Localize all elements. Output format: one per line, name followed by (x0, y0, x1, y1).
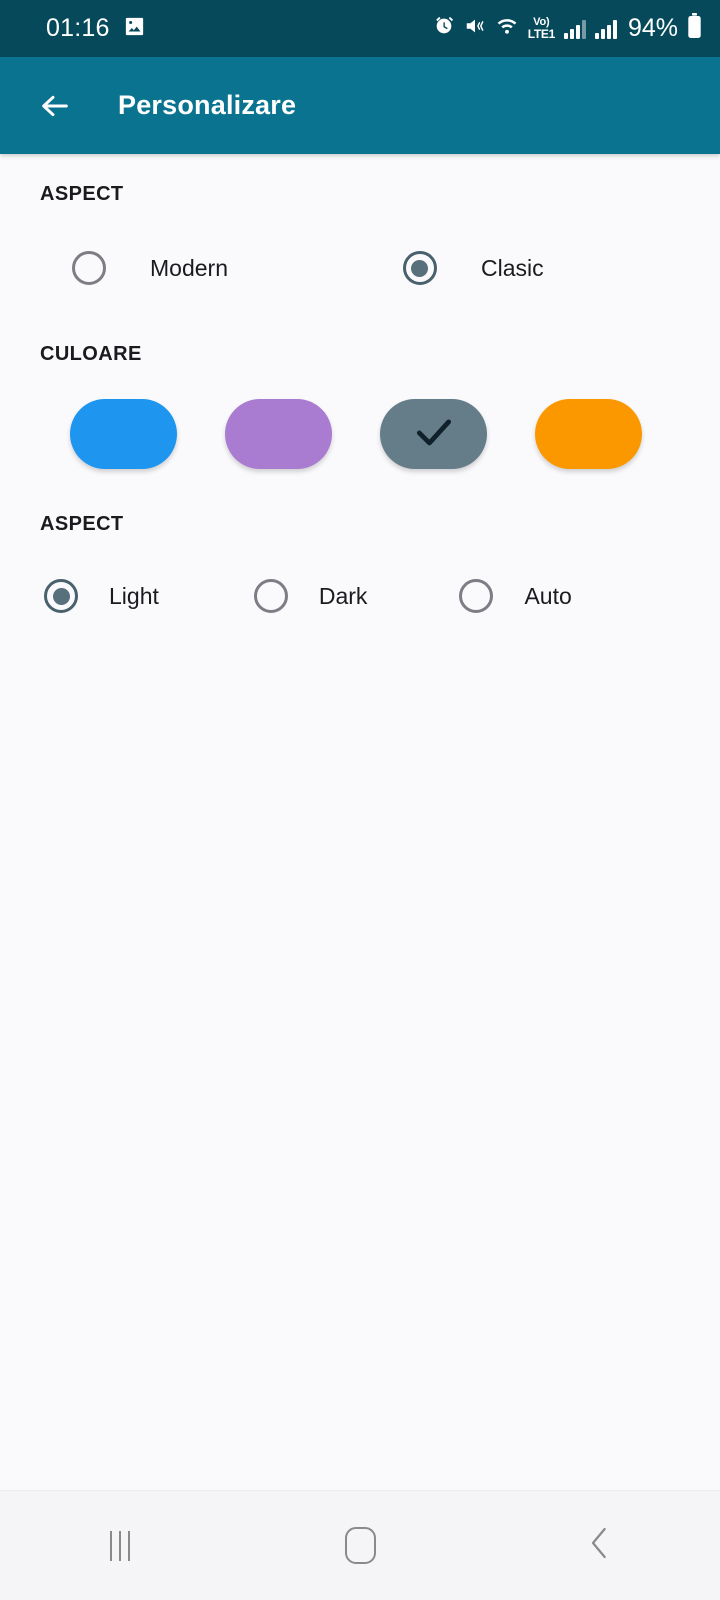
color-swatch-orange[interactable] (535, 399, 642, 469)
battery-percent-label: 94% (627, 14, 678, 42)
radio-icon-dark[interactable] (253, 579, 288, 613)
radio-option-dark[interactable]: Dark (253, 579, 368, 613)
volte-icon: Vo) LTE1 (527, 17, 556, 41)
wifi-icon (495, 15, 519, 42)
recents-icon (110, 1530, 130, 1561)
check-icon (412, 410, 456, 459)
alarm-icon (433, 15, 455, 42)
color-swatch-slate[interactable] (380, 399, 487, 469)
radio-label-auto: Auto (524, 582, 572, 609)
radio-group-aspect-theme: Light Dark Auto (0, 579, 720, 613)
section-aspect-theme: ASPECT Light Dark Auto (0, 469, 720, 613)
color-swatch-purple[interactable] (225, 399, 332, 469)
section-aspect-style: ASPECT Modern Clasic (0, 154, 720, 285)
radio-option-clasic[interactable]: Clasic (402, 251, 544, 285)
android-navigation-bar (0, 1490, 720, 1600)
back-button[interactable] (480, 1491, 720, 1600)
status-bar: 01:16 Vo) LTE1 94% (0, 0, 720, 57)
status-bar-right: Vo) LTE1 94% (433, 13, 702, 44)
mute-vibrate-icon (464, 15, 486, 42)
radio-label-light: Light (109, 582, 159, 609)
volte-bottom-label: LTE1 (527, 27, 556, 41)
section-header-culoare: CULOARE (40, 343, 142, 365)
home-button[interactable] (240, 1491, 480, 1600)
back-arrow-icon[interactable] (32, 83, 78, 129)
radio-label-clasic: Clasic (480, 254, 544, 281)
radio-option-modern[interactable]: Modern (72, 251, 228, 285)
section-header-aspect-theme: ASPECT (40, 513, 124, 535)
recents-button[interactable] (0, 1491, 240, 1600)
gallery-icon (123, 15, 146, 43)
home-icon (344, 1527, 376, 1564)
section-header-aspect-style: ASPECT (40, 183, 124, 205)
radio-option-auto[interactable]: Auto (459, 579, 572, 613)
section-culoare: CULOARE (0, 285, 720, 469)
status-time: 01:16 (46, 14, 110, 42)
settings-content: ASPECT Modern Clasic CULOARE ASPECT Ligh… (0, 154, 720, 1544)
back-chevron-icon (586, 1524, 614, 1567)
signal-icon-sim2 (594, 19, 617, 39)
radio-label-dark: Dark (318, 582, 368, 609)
radio-icon-auto[interactable] (459, 579, 494, 613)
radio-icon-clasic[interactable] (402, 251, 437, 285)
radio-option-light[interactable]: Light (44, 579, 159, 613)
app-bar: Personalizare (0, 57, 720, 154)
color-swatch-group (0, 399, 720, 469)
radio-label-modern: Modern (150, 254, 228, 281)
page-title: Personalizare (118, 90, 297, 120)
signal-icon-sim1 (563, 19, 586, 39)
color-swatch-blue[interactable] (70, 399, 177, 469)
radio-icon-modern[interactable] (72, 251, 106, 285)
radio-group-aspect-style: Modern Clasic (0, 251, 720, 285)
status-bar-left: 01:16 (46, 15, 146, 43)
radio-icon-light[interactable] (44, 579, 78, 613)
battery-icon (687, 13, 702, 44)
